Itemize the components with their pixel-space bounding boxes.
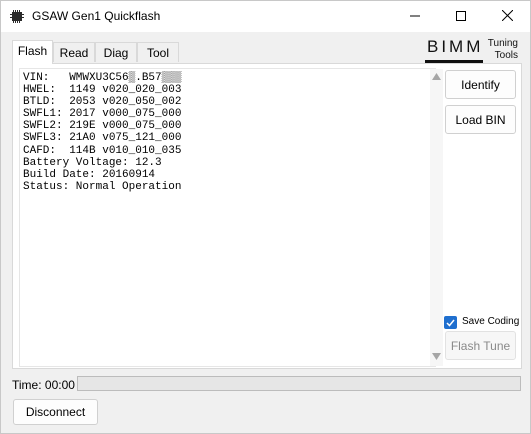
tab-diag[interactable]: Diag [95,42,137,62]
maximize-icon [456,10,466,24]
tab-read[interactable]: Read [53,42,95,62]
log-line: SWFL2: 219E v000_075_000 [23,120,182,133]
output-textbox[interactable]: VIN: WMWXU3C56▒.B57▒▒▒ HWEL: 1149 v020_02… [19,68,443,367]
tab-flash[interactable]: Flash [12,40,53,64]
identify-button[interactable]: Identify [445,70,516,99]
chip-icon [10,10,24,23]
scroll-down-icon[interactable] [430,353,443,363]
load-bin-button[interactable]: Load BIN [445,105,516,134]
close-button[interactable] [484,1,530,32]
logo-tagline-line2: Tools [494,50,518,61]
time-label: Time: 00:00 [12,378,75,392]
maximize-button[interactable] [438,1,484,32]
vertical-scrollbar[interactable] [430,69,443,366]
bimm-logo: BIMM Tuning Tools [425,36,519,64]
log-line: HWEL: 1149 v020_020_003 [23,84,182,97]
close-icon [501,9,513,24]
disconnect-button[interactable]: Disconnect [13,399,98,425]
flash-tune-button[interactable]: Flash Tune [445,331,516,360]
flash-tab-panel: VIN: WMWXU3C56▒.B57▒▒▒ HWEL: 1149 v020_02… [12,63,522,369]
log-line: BTLD: 2053 v020_050_002 [23,96,182,109]
window-title: GSAW Gen1 Quickflash [32,9,161,23]
save-coding-checkbox[interactable] [444,316,457,329]
minimize-icon [410,10,420,24]
logo-tagline: Tuning Tools [486,38,518,62]
logo-tagline-line1: Tuning [487,38,518,49]
log-line: Status: Normal Operation [23,180,182,193]
title-bar[interactable]: GSAW Gen1 Quickflash [1,1,530,32]
logo-brand: BIMM [427,37,484,56]
scroll-up-icon[interactable] [430,73,443,83]
log-line: VIN: WMWXU3C56▒.B57▒▒▒ [23,72,182,84]
log-line: SWFL1: 2017 v000_075_000 [23,108,182,121]
output-log: VIN: WMWXU3C56▒.B57▒▒▒ HWEL: 1149 v020_02… [23,72,181,193]
log-line: Build Date: 20160914 [23,168,156,181]
minimize-button[interactable] [392,1,438,32]
tab-tool[interactable]: Tool [137,42,179,62]
log-line: Battery Voltage: 12.3 [23,156,162,169]
checkmark-icon [446,319,455,327]
save-coding-label[interactable]: Save Coding [462,316,519,327]
progress-bar [77,376,521,391]
app-window: GSAW Gen1 Quickflash Flash Read Diag Too… [0,0,531,434]
log-line: SWFL3: 21A0 v075_121_000 [23,132,182,145]
log-line: CAFD: 114B v010_010_035 [23,144,182,157]
